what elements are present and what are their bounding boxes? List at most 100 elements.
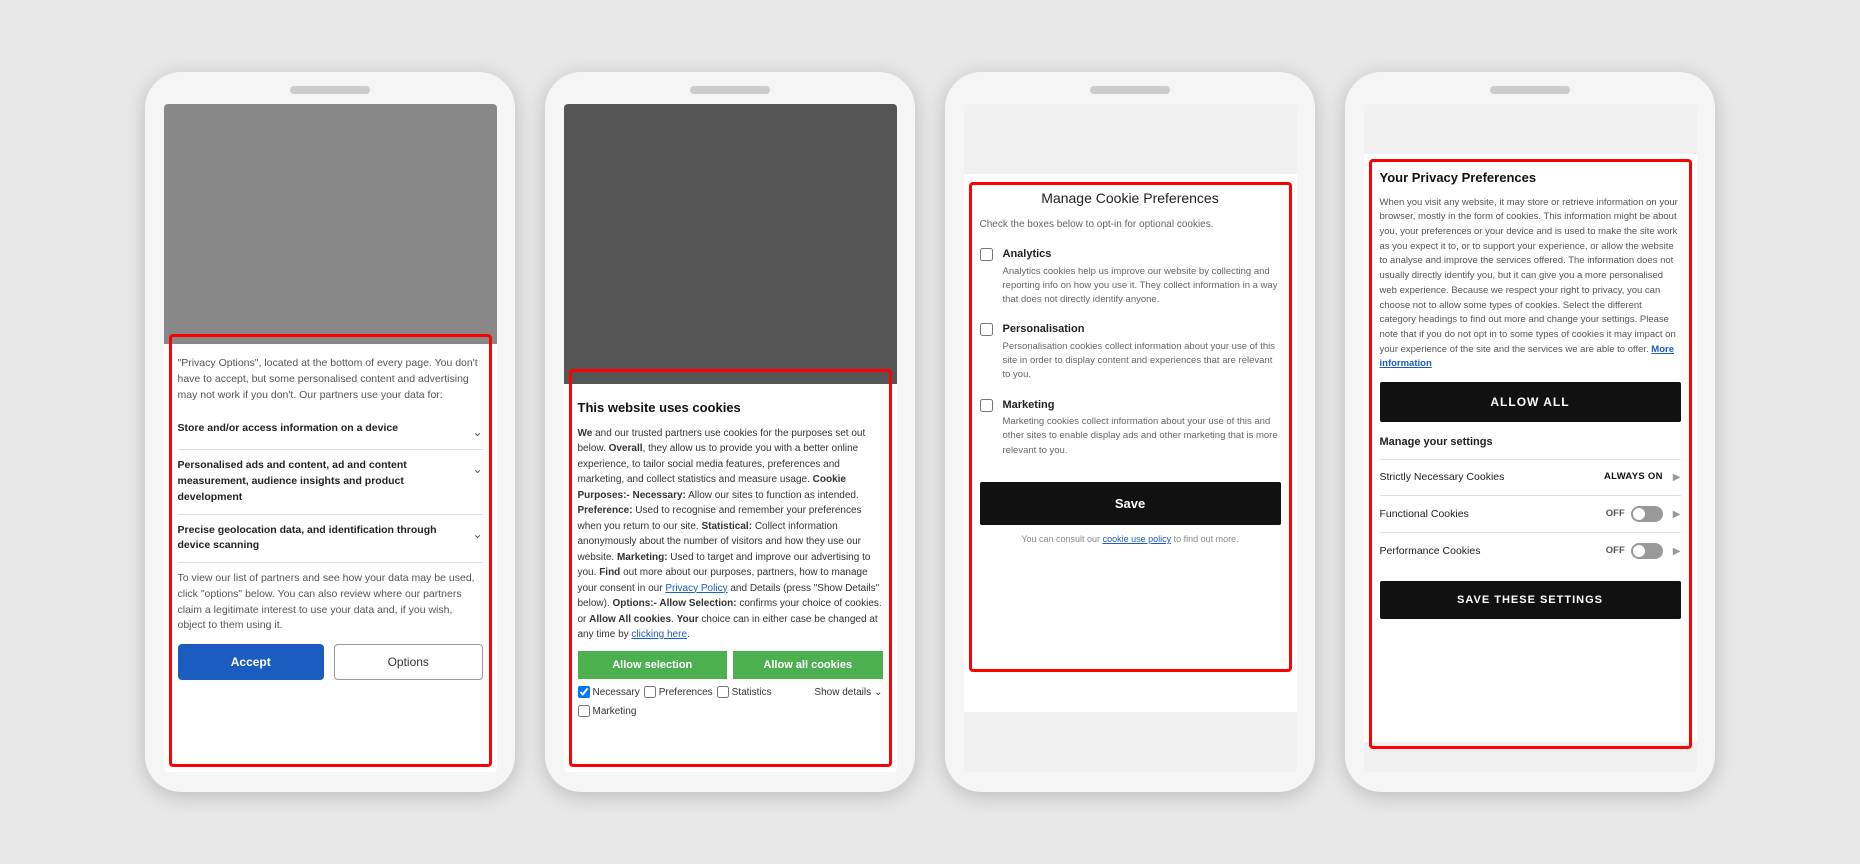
cookie-policy-link[interactable]: cookie use policy [1103,534,1172,544]
phone2-dialog: This website uses cookies We and our tru… [564,384,897,772]
checkbox-preferences-input[interactable] [644,686,656,698]
phone1-intro-text: "Privacy Options", located at the bottom… [178,356,483,403]
accordion-item-1[interactable]: Store and/or access information on a dev… [178,413,483,450]
personalisation-cookie-row: Personalisation Personalisation cookies … [980,321,1281,382]
chevron-icon-3: ⌄ [472,525,482,543]
performance-cookies-row[interactable]: Performance Cookies OFF ▶ [1380,532,1681,569]
functional-cookies-status: OFF [1606,507,1625,521]
phone1-screen: "Privacy Options", located at the bottom… [164,104,497,772]
personalisation-checkbox[interactable] [980,323,993,336]
more-info-link[interactable]: More information [1380,344,1675,370]
manage-heading: Manage your settings [1380,434,1681,451]
chevron-icon-1: ⌄ [472,423,482,441]
show-details-label: Show details [814,685,871,700]
checkbox-statistics-label: Statistics [732,685,772,700]
phone-notch-1 [290,86,370,94]
allow-all-cookies-button[interactable]: Allow all cookies [733,651,883,679]
save-these-settings-button[interactable]: SAVE THESE SETTINGS [1380,581,1681,619]
phone4-screen: Your Privacy Preferences When you visit … [1364,104,1697,772]
chevron-icon-2: ⌄ [472,460,482,478]
checkbox-necessary-input[interactable] [578,686,590,698]
accordion-label-2: Personalised ads and content, ad and con… [178,458,465,505]
analytics-title: Analytics [1003,246,1281,263]
marketing-title: Marketing [1003,397,1281,414]
marketing-cookie-row: Marketing Marketing cookies collect info… [980,397,1281,458]
allow-all-button[interactable]: ALLOW ALL [1380,382,1681,422]
analytics-label-block: Analytics Analytics cookies help us impr… [1003,246,1281,307]
functional-cookies-toggle[interactable] [1631,506,1663,522]
phone4-title: Your Privacy Preferences [1380,168,1681,188]
performance-cookies-controls: OFF ▶ [1606,543,1681,559]
checkbox-marketing-label: Marketing [593,704,637,719]
phone-4: Your Privacy Preferences When you visit … [1345,72,1715,792]
phone1-dialog: "Privacy Options", located at the bottom… [164,344,497,772]
accordion-label-1: Store and/or access information on a dev… [178,421,465,437]
phone4-intro-text: When you visit any website, it may store… [1380,196,1681,373]
checkbox-marketing-input[interactable] [578,705,590,717]
analytics-cookie-row: Analytics Analytics cookies help us impr… [980,246,1281,307]
phone2-title: This website uses cookies [578,398,883,418]
marketing-checkbox[interactable] [980,399,993,412]
checkbox-necessary[interactable]: Necessary [578,685,640,700]
phone4-dialog: Your Privacy Preferences When you visit … [1364,154,1697,742]
strictly-necessary-row[interactable]: Strictly Necessary Cookies ALWAYS ON ▶ [1380,459,1681,496]
checkbox-preferences-label: Preferences [659,685,713,700]
personalisation-label-block: Personalisation Personalisation cookies … [1003,321,1281,382]
show-details[interactable]: Show details ⌄ [814,685,882,700]
phone-notch-4 [1490,86,1570,94]
performance-cookies-chevron-icon: ▶ [1673,544,1681,559]
accordion-label-3: Precise geolocation data, and identifica… [178,523,465,555]
phone3-bottom-gray [964,712,1297,772]
phone-1: "Privacy Options", located at the bottom… [145,72,515,792]
privacy-policy-link[interactable]: Privacy Policy [665,583,727,594]
phone4-top-gray [1364,104,1697,154]
accordion-item-2[interactable]: Personalised ads and content, ad and con… [178,450,483,514]
show-details-chevron-icon: ⌄ [874,685,882,700]
personalisation-desc: Personalisation cookies collect informat… [1003,340,1281,383]
accordion-item-3[interactable]: Precise geolocation data, and identifica… [178,515,483,564]
phone2-button-row: Allow selection Allow all cookies [578,651,883,679]
functional-cookies-label: Functional Cookies [1380,507,1469,523]
accept-button[interactable]: Accept [178,644,325,680]
checkbox-marketing[interactable]: Marketing [578,704,637,719]
phone1-button-row: Accept Options [178,644,483,680]
phone3-footer: You can consult our cookie use policy to… [980,533,1281,547]
performance-cookies-label: Performance Cookies [1380,544,1481,560]
strictly-necessary-controls: ALWAYS ON ▶ [1604,470,1681,485]
performance-cookies-status: OFF [1606,544,1625,558]
strictly-necessary-chevron-icon: ▶ [1673,470,1681,485]
phone3-top-gray [964,104,1297,174]
functional-cookies-row[interactable]: Functional Cookies OFF ▶ [1380,495,1681,532]
clicking-here-link[interactable]: clicking here [631,629,687,640]
phone3-dialog: Manage Cookie Preferences Check the boxe… [964,174,1297,712]
analytics-checkbox[interactable] [980,248,993,261]
phone2-screen: This website uses cookies We and our tru… [564,104,897,772]
always-on-status: ALWAYS ON [1604,470,1663,484]
phone-notch-2 [690,86,770,94]
checkbox-statistics-input[interactable] [717,686,729,698]
phone-2: This website uses cookies We and our tru… [545,72,915,792]
checkbox-statistics[interactable]: Statistics [717,685,772,700]
functional-cookies-controls: OFF ▶ [1606,506,1681,522]
marketing-label-block: Marketing Marketing cookies collect info… [1003,397,1281,458]
personalisation-title: Personalisation [1003,321,1281,338]
phone-notch-3 [1090,86,1170,94]
phone2-checkbox-row: Necessary Preferences Statistics Show de… [578,685,883,719]
allow-selection-button[interactable]: Allow selection [578,651,728,679]
phone2-blurred-content [564,104,897,384]
options-button[interactable]: Options [334,644,483,680]
marketing-desc: Marketing cookies collect information ab… [1003,415,1281,458]
checkbox-necessary-label: Necessary [593,685,640,700]
phone3-save-button[interactable]: Save [980,482,1281,525]
phone3-screen: Manage Cookie Preferences Check the boxe… [964,104,1297,772]
phone1-blurred-content [164,104,497,344]
checkbox-preferences[interactable]: Preferences [644,685,713,700]
strictly-necessary-label: Strictly Necessary Cookies [1380,470,1505,486]
phone-3: Manage Cookie Preferences Check the boxe… [945,72,1315,792]
phone1-note: To view our list of partners and see how… [178,571,483,634]
phone3-title: Manage Cookie Preferences [980,188,1281,209]
performance-cookies-toggle[interactable] [1631,543,1663,559]
analytics-desc: Analytics cookies help us improve our we… [1003,265,1281,308]
functional-cookies-chevron-icon: ▶ [1673,507,1681,522]
phone4-bottom-gray [1364,742,1697,772]
